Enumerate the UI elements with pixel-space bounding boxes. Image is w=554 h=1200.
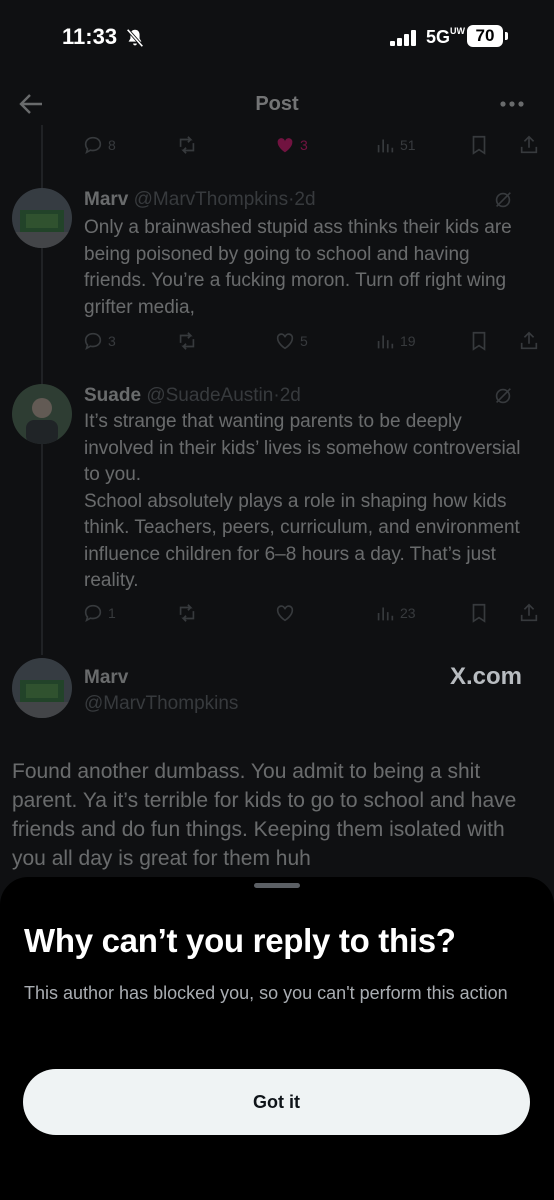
like-button[interactable] [274,602,296,624]
share-icon [520,331,538,350]
sheet-drag-handle[interactable] [254,883,300,888]
views-icon [377,335,394,349]
share-icon [520,135,538,154]
author-name[interactable]: Suade [84,385,141,406]
share-button[interactable] [518,134,540,156]
reply-count: 3 [108,333,116,349]
views-button[interactable]: 51 [374,134,416,156]
like-count: 5 [300,333,308,349]
views-button[interactable]: 19 [374,330,416,352]
bookmark-icon [472,603,486,623]
repost-button[interactable] [176,134,198,156]
reply-button[interactable]: 1 [82,602,116,624]
views-icon [377,607,394,621]
heart-icon [276,333,294,350]
share-button[interactable] [518,330,540,352]
tweet-text: Only a brainwashed stupid ass thinks the… [84,217,512,318]
tweet-paragraph: School absolutely plays a role in shapin… [84,490,520,592]
sheet-description: This author has blocked you, so you can'… [24,983,508,1003]
view-count: 19 [400,333,416,349]
post-time: 2d [279,385,301,406]
avatar[interactable] [12,658,72,718]
views-icon [377,139,394,153]
grok-icon[interactable] [492,189,514,211]
sheet-title: Why can’t you reply to this? [24,922,456,959]
repost-button[interactable] [176,602,198,624]
repost-icon [179,332,195,350]
got-it-button[interactable]: Got it [23,1069,530,1135]
heart-icon [276,605,294,622]
tweet-header: Marv @MarvThompkins·2d [84,189,316,210]
view-count: 23 [400,605,416,621]
bookmark-button[interactable] [468,134,490,156]
battery-indicator: 70 [467,25,503,47]
avatar-stadium-image [12,658,72,718]
reply-count: 1 [108,605,116,621]
page-title: Post [255,93,299,115]
reply-icon [84,332,102,351]
author-handle[interactable]: @SuadeAustin [146,385,273,406]
repost-button[interactable] [176,330,198,352]
repost-icon [179,136,195,154]
signal-icon [390,30,416,46]
battery-nub [505,32,508,40]
avatar-person-image [12,384,72,444]
post-time: 2d [294,189,316,210]
reply-button[interactable]: 8 [82,134,116,156]
reply-count: 8 [108,137,116,153]
bell-muted-icon [126,28,144,48]
views-button[interactable]: 23 [374,602,416,624]
reply-icon [84,136,102,155]
bookmark-button[interactable] [468,330,490,352]
post-text: Found another dumbass. You admit to bein… [12,760,517,870]
like-button[interactable]: 3 [274,134,308,156]
author-name[interactable]: Marv [84,189,128,210]
share-button[interactable] [518,602,540,624]
grok-icon[interactable] [492,385,514,407]
view-count: 51 [400,137,416,153]
author-name[interactable]: Marv [84,667,128,689]
reply-icon [84,604,102,623]
avatar[interactable] [12,384,72,444]
author-handle[interactable]: @MarvThompkins [134,189,288,210]
share-icon [520,603,538,622]
avatar[interactable] [12,188,72,248]
parent-post-actions: 8 3 51 [82,134,542,158]
more-options-icon[interactable] [498,92,526,116]
tweet-actions: 3 5 19 [82,330,542,354]
watermark-logo: X.com [450,663,523,690]
bookmark-icon [472,135,486,155]
bookmark-icon [472,331,486,351]
heart-filled-icon [277,138,293,153]
like-button[interactable]: 5 [274,330,308,352]
bookmark-button[interactable] [468,602,490,624]
tweet-paragraph: It’s strange that wanting parents to be … [84,411,521,485]
tweet-header: Suade @SuadeAustin·2d [84,385,301,406]
repost-icon [179,604,195,622]
status-time: 11:33 [62,24,118,49]
like-count: 3 [300,137,308,153]
status-bar: 11:33 5GUW 70 [0,0,554,76]
network-label: 5GUW [426,26,466,48]
author-handle[interactable]: @MarvThompkins [84,693,238,715]
tweet-text: It’s strange that wanting parents to be … [84,409,534,595]
reply-button[interactable]: 3 [82,330,116,352]
avatar-stadium-image [12,188,72,248]
tweet-actions: 1 23 [82,602,542,626]
